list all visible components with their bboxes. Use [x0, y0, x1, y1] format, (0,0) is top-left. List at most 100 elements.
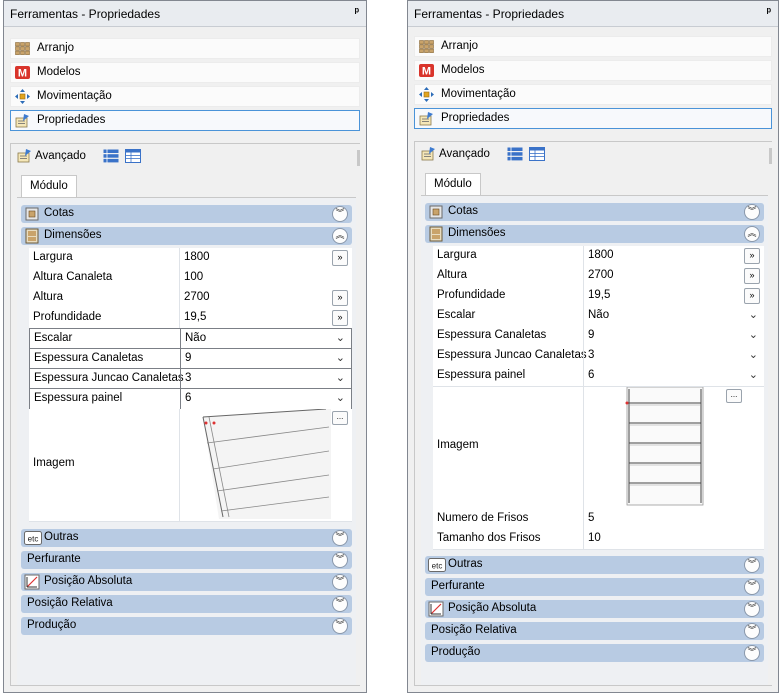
- nav-propriedades[interactable]: Propriedades: [10, 110, 360, 131]
- prop-value[interactable]: 5: [588, 512, 594, 524]
- nav-propriedades[interactable]: Propriedades: [414, 108, 772, 129]
- categorized-view-icon[interactable]: [507, 147, 523, 161]
- prop-row-espessura-canaletas[interactable]: Espessura Canaletas 9 ⌄: [433, 326, 764, 347]
- section-posicao-absoluta[interactable]: Posição Absoluta ︾: [425, 600, 764, 618]
- prop-value[interactable]: 19,5: [588, 289, 610, 301]
- prop-value[interactable]: 1800: [588, 249, 614, 261]
- prop-value[interactable]: 2700: [184, 291, 210, 303]
- double-arrow-right-icon[interactable]: »: [744, 268, 760, 284]
- chevron-down-icon[interactable]: ⌄: [749, 308, 758, 321]
- section-label: Produção: [431, 646, 481, 658]
- chevron-double-up-icon[interactable]: ︽: [744, 226, 760, 242]
- chevron-down-icon[interactable]: ⌄: [749, 348, 758, 361]
- nav-modelos[interactable]: M Modelos: [414, 60, 772, 81]
- prop-row-espessura-juncao[interactable]: Espessura Juncao Canaletas 3 ⌄: [29, 368, 352, 390]
- ellipsis-button[interactable]: ...: [726, 389, 742, 403]
- chevron-double-down-icon[interactable]: ︾: [744, 645, 760, 661]
- nav-arranjo[interactable]: Arranjo: [414, 36, 772, 57]
- double-arrow-right-icon[interactable]: »: [332, 250, 348, 266]
- prop-value[interactable]: 10: [588, 532, 601, 544]
- prop-value[interactable]: 100: [184, 271, 203, 283]
- prop-value[interactable]: 1800: [184, 251, 210, 263]
- nav-movimentacao[interactable]: Movimentação: [414, 84, 772, 105]
- chevron-down-icon[interactable]: ⌄: [749, 328, 758, 341]
- prop-key: Profundidade: [437, 289, 506, 301]
- section-posicao-absoluta[interactable]: Posição Absoluta ︾: [21, 573, 352, 591]
- prop-key: Espessura Juncao Canaletas: [34, 372, 184, 384]
- section-posicao-relativa[interactable]: Posição Relativa ︾: [21, 595, 352, 613]
- section-producao[interactable]: Produção ︾: [425, 644, 764, 662]
- prop-value[interactable]: 2700: [588, 269, 614, 281]
- ellipsis-button[interactable]: ...: [332, 411, 348, 425]
- pin-icon[interactable]: ᵖ: [355, 6, 359, 18]
- furniture-icon: [24, 228, 40, 244]
- chevron-down-icon[interactable]: ⌄: [336, 351, 345, 364]
- chevron-down-icon[interactable]: ⌄: [336, 331, 345, 344]
- section-dimensoes[interactable]: Dimensões ︽: [425, 225, 764, 243]
- prop-value[interactable]: 9: [588, 329, 594, 341]
- section-label: Produção: [27, 619, 77, 631]
- properties-icon[interactable]: [17, 149, 33, 163]
- prop-row-altura-canaleta: Altura Canaleta 100: [29, 268, 352, 289]
- chevron-double-down-icon[interactable]: ︾: [332, 618, 348, 634]
- nav-arranjo[interactable]: Arranjo: [10, 38, 360, 59]
- double-arrow-right-icon[interactable]: »: [744, 248, 760, 264]
- chevron-double-down-icon[interactable]: ︾: [744, 204, 760, 220]
- chevron-double-down-icon[interactable]: ︾: [744, 579, 760, 595]
- prop-value[interactable]: 3: [588, 349, 594, 361]
- section-dimensoes[interactable]: Dimensões ︽: [21, 227, 352, 245]
- double-arrow-right-icon[interactable]: »: [332, 310, 348, 326]
- chevron-double-down-icon[interactable]: ︾: [744, 557, 760, 573]
- section-outras[interactable]: etc Outras ︾: [425, 556, 764, 574]
- alphabetical-view-icon[interactable]: [125, 149, 141, 163]
- advanced-label[interactable]: Avançado: [439, 148, 490, 160]
- chevron-double-down-icon[interactable]: ︾: [332, 206, 348, 222]
- section-cotas[interactable]: Cotas ︾: [21, 205, 352, 223]
- prop-row-espessura-painel[interactable]: Espessura painel 6 ⌄: [433, 366, 764, 387]
- chevron-double-down-icon[interactable]: ︾: [332, 530, 348, 546]
- prop-value[interactable]: Não: [185, 332, 206, 344]
- nav-movimentacao[interactable]: Movimentação: [10, 86, 360, 107]
- prop-row-escalar[interactable]: Escalar Não ⌄: [433, 306, 764, 327]
- tab-modulo[interactable]: Módulo: [425, 173, 481, 195]
- pin-icon[interactable]: ᵖ: [767, 6, 771, 18]
- prop-row-escalar[interactable]: Escalar Não ⌄: [29, 328, 352, 350]
- chevron-double-down-icon[interactable]: ︾: [332, 552, 348, 568]
- prop-value[interactable]: 19,5: [184, 311, 206, 323]
- double-arrow-right-icon[interactable]: »: [744, 288, 760, 304]
- prop-value[interactable]: 9: [185, 352, 191, 364]
- tab-modulo[interactable]: Módulo: [21, 175, 77, 197]
- properties-icon[interactable]: [421, 147, 437, 161]
- double-arrow-right-icon[interactable]: »: [332, 290, 348, 306]
- section-producao[interactable]: Produção ︾: [21, 617, 352, 635]
- section-cotas[interactable]: Cotas ︾: [425, 203, 764, 221]
- prop-key: Tamanho dos Frisos: [437, 532, 541, 544]
- chevron-down-icon[interactable]: ⌄: [749, 368, 758, 381]
- prop-row-espessura-painel[interactable]: Espessura painel 6 ⌄: [29, 388, 352, 410]
- chevron-double-up-icon[interactable]: ︽: [332, 228, 348, 244]
- prop-key: Espessura painel: [437, 369, 526, 381]
- prop-value[interactable]: Não: [588, 309, 609, 321]
- prop-row-espessura-canaletas[interactable]: Espessura Canaletas 9 ⌄: [29, 348, 352, 370]
- prop-value[interactable]: 3: [185, 372, 191, 384]
- prop-key: Espessura painel: [34, 392, 123, 404]
- scrollbar[interactable]: [357, 150, 360, 166]
- prop-value[interactable]: 6: [588, 369, 594, 381]
- chevron-double-down-icon[interactable]: ︾: [744, 601, 760, 617]
- section-outras[interactable]: etc Outras ︾: [21, 529, 352, 547]
- chevron-double-down-icon[interactable]: ︾: [744, 623, 760, 639]
- advanced-label[interactable]: Avançado: [35, 150, 86, 162]
- scrollbar[interactable]: [769, 148, 772, 164]
- chevron-double-down-icon[interactable]: ︾: [332, 574, 348, 590]
- alphabetical-view-icon[interactable]: [529, 147, 545, 161]
- nav-modelos[interactable]: M Modelos: [10, 62, 360, 83]
- chevron-down-icon[interactable]: ⌄: [336, 391, 345, 404]
- categorized-view-icon[interactable]: [103, 149, 119, 163]
- section-perfurante[interactable]: Perfurante ︾: [21, 551, 352, 569]
- prop-value[interactable]: 6: [185, 392, 191, 404]
- prop-row-espessura-juncao[interactable]: Espessura Juncao Canaletas 3 ⌄: [433, 346, 764, 367]
- chevron-double-down-icon[interactable]: ︾: [332, 596, 348, 612]
- chevron-down-icon[interactable]: ⌄: [336, 371, 345, 384]
- section-posicao-relativa[interactable]: Posição Relativa ︾: [425, 622, 764, 640]
- section-perfurante[interactable]: Perfurante ︾: [425, 578, 764, 596]
